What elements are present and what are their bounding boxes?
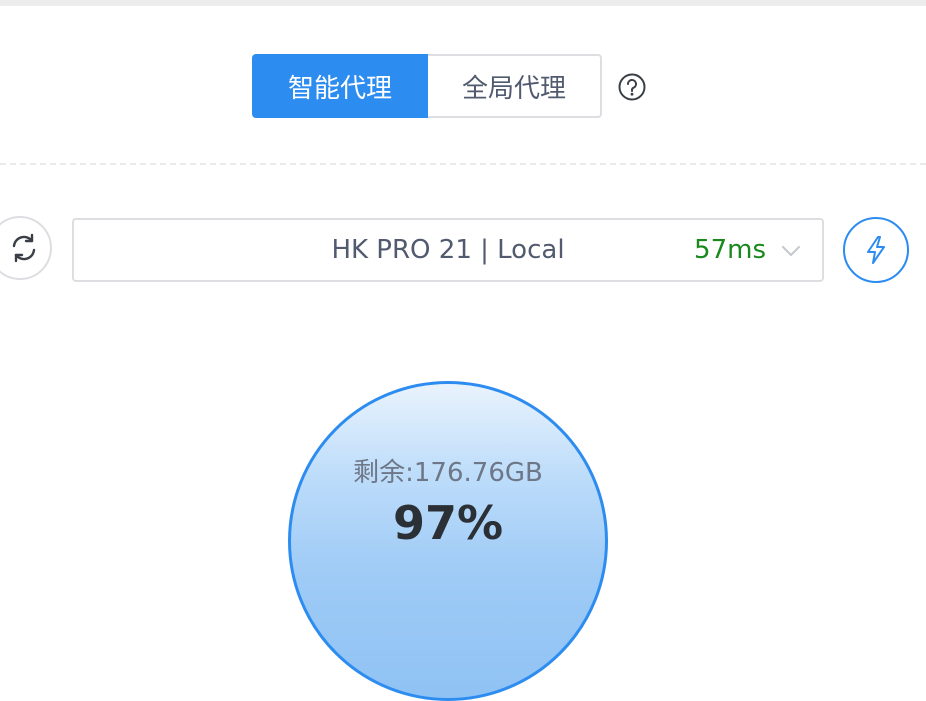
top-strip (0, 0, 926, 6)
question-circle-icon[interactable] (617, 72, 647, 102)
section-divider (0, 163, 926, 165)
boost-button[interactable] (843, 217, 909, 283)
smart-proxy-button[interactable]: 智能代理 (252, 54, 428, 118)
server-select[interactable]: HK PRO 21 | Local 57ms (72, 218, 824, 282)
global-proxy-button[interactable]: 全局代理 (428, 54, 602, 118)
chevron-down-icon (780, 240, 802, 262)
traffic-percent: 97% (392, 496, 504, 550)
refresh-button[interactable] (0, 216, 52, 280)
traffic-gauge: 剩余:176.76GB 97% (288, 381, 608, 701)
remaining-traffic: 剩余:176.76GB (353, 458, 543, 488)
proxy-mode-toggle: 智能代理 全局代理 (252, 54, 602, 118)
refresh-icon (8, 232, 40, 264)
latency-value: 57ms (694, 235, 766, 265)
lightning-icon (861, 235, 891, 265)
